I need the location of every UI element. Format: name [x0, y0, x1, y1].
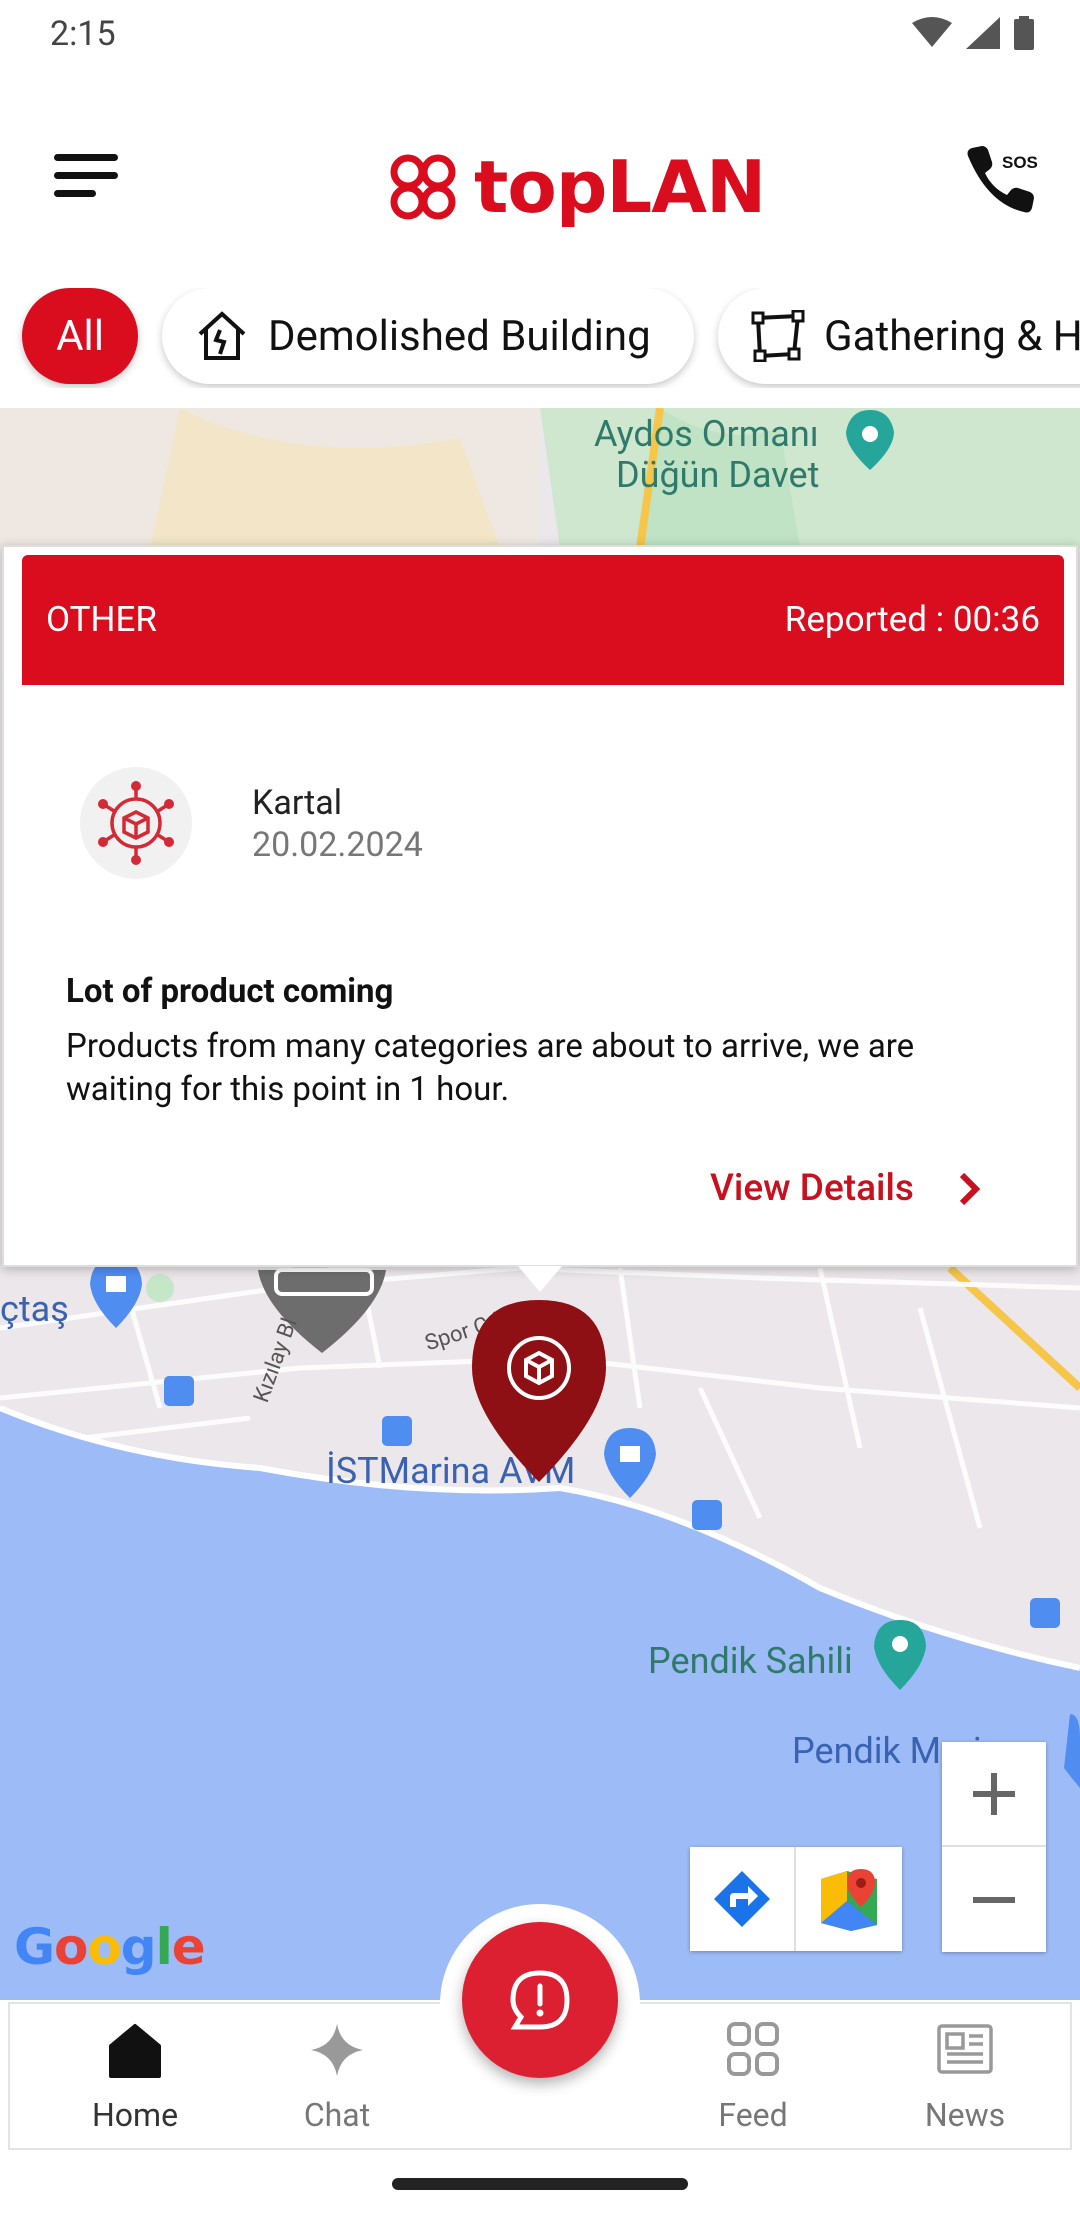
alert-chat-icon [510, 1970, 570, 2030]
nav-label: News [924, 2096, 1006, 2134]
nav-chat[interactable]: Chat [252, 2022, 422, 2134]
incident-category: OTHER [46, 599, 157, 640]
nav-label: Feed [718, 2096, 788, 2134]
incident-description: Products from many categories are about … [66, 1027, 915, 1109]
zoom-in-button[interactable] [942, 1742, 1046, 1847]
logo-text: topLAN [474, 145, 766, 229]
grid-icon [727, 2022, 779, 2076]
open-in-maps-button[interactable] [796, 1847, 902, 1951]
battery-icon [1014, 16, 1034, 50]
menu-button[interactable] [54, 146, 120, 206]
chevron-right-icon [959, 1172, 981, 1205]
incident-info-popup: OTHER Reported : 00:36 Kartal 20.02.2024… [2, 545, 1078, 1267]
status-icons [912, 16, 1034, 50]
menu-icon-line [54, 154, 118, 161]
directions-icon [714, 1871, 770, 1927]
plus-icon [973, 1772, 1015, 1815]
wifi-icon [912, 17, 952, 47]
filter-chip-label: All [56, 311, 104, 361]
google-maps-icon [821, 1869, 877, 1931]
nav-label: Chat [303, 2096, 371, 2134]
reported-time: Reported : 00:36 [784, 599, 1040, 640]
filter-chip-all[interactable]: All [22, 288, 138, 384]
filter-chip-gathering[interactable]: Gathering & H [718, 288, 1080, 384]
zoom-controls [942, 1742, 1046, 1952]
app-logo: topLAN [386, 132, 766, 242]
map-label-koctas: çtaş [0, 1288, 69, 1330]
report-incident-button[interactable] [462, 1922, 618, 2078]
map-label-aydos: Aydos Ormanı [594, 413, 819, 455]
incident-date: 20.02.2024 [252, 825, 423, 865]
filter-chip-demolished-building[interactable]: Demolished Building [162, 288, 694, 384]
nav-feed[interactable]: Feed [668, 2022, 838, 2134]
sos-label: SOS [1002, 153, 1038, 172]
product-box-icon [98, 781, 174, 865]
app-header: topLAN SOS [0, 66, 1080, 286]
view-details-label: View Details [710, 1167, 914, 1210]
nav-home[interactable]: Home [50, 2022, 220, 2134]
menu-icon-line [54, 172, 118, 179]
nav-label: Home [91, 2096, 179, 2134]
home-indicator[interactable] [392, 2178, 688, 2190]
phone-sos-icon: SOS [967, 146, 1038, 213]
newspaper-icon [937, 2024, 993, 2074]
incident-title: Lot of product coming [66, 972, 394, 1011]
logo-icon [390, 154, 456, 220]
map-label-dugun: Düğün Davet [616, 454, 820, 496]
status-time: 2:15 [50, 14, 116, 54]
map-label-pendik-sahili: Pendik Sahili [648, 1640, 853, 1682]
nav-news[interactable]: News [880, 2022, 1050, 2134]
view-details-link[interactable]: View Details [710, 1167, 984, 1210]
menu-icon-line [54, 190, 96, 197]
incident-location: Kartal [252, 783, 343, 823]
sparkle-icon [311, 2024, 363, 2076]
incident-marker-selected[interactable] [468, 1296, 610, 1486]
status-bar: 2:15 [0, 0, 1080, 66]
filter-chip-label: Gathering & H [824, 311, 1080, 361]
signal-icon [966, 17, 1000, 49]
popup-header: OTHER Reported : 00:36 [22, 555, 1064, 685]
map-pin-icon [472, 1300, 606, 1482]
house-icon [198, 311, 246, 360]
incident-category-avatar [80, 767, 192, 879]
map-toolbar [690, 1847, 902, 1951]
home-icon [109, 2024, 161, 2078]
popup-pointer [518, 1266, 562, 1292]
filter-chip-label: Demolished Building [268, 311, 651, 361]
area-polygon-icon [751, 310, 805, 362]
sos-call-button[interactable]: SOS [958, 142, 1038, 222]
minus-icon [973, 1896, 1015, 1903]
category-filter-bar: All Demolished Building Gathering & H [0, 288, 1080, 388]
google-logo: Google [14, 1918, 206, 1976]
zoom-out-button[interactable] [942, 1847, 1046, 1952]
directions-button[interactable] [690, 1847, 796, 1951]
